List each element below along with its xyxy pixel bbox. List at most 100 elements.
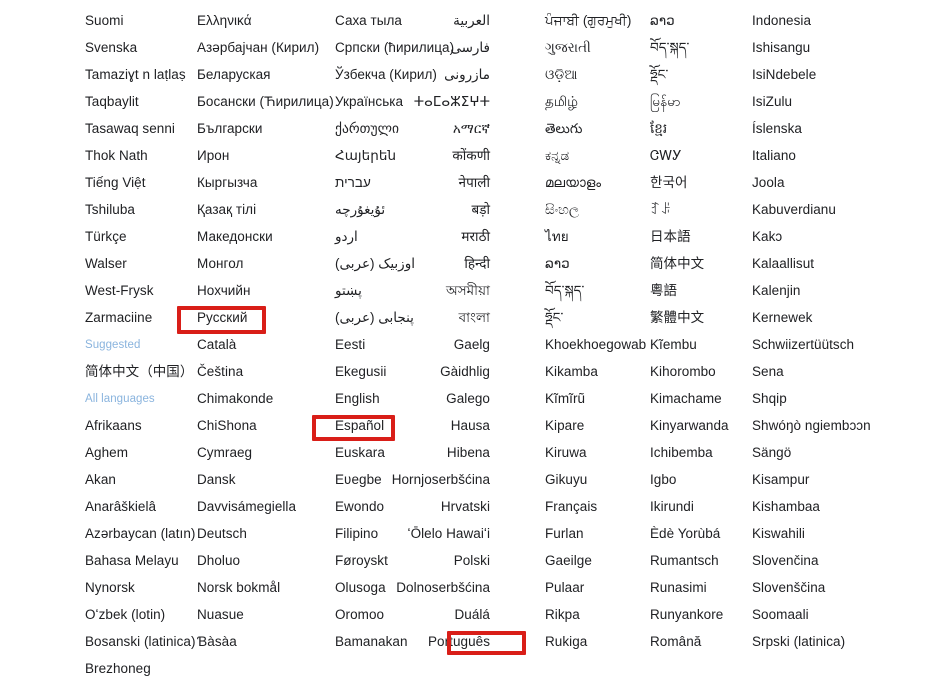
language-option[interactable]: Schwiizertüütsch: [752, 337, 854, 353]
language-option[interactable]: Русский: [197, 310, 247, 326]
language-option[interactable]: Zarmaciine: [85, 310, 152, 326]
language-option[interactable]: Kakɔ: [752, 229, 782, 245]
language-option[interactable]: बड़ो: [471, 202, 490, 218]
language-option[interactable]: Oromoo: [335, 607, 384, 623]
language-option[interactable]: Kabuverdianu: [752, 202, 836, 218]
language-option[interactable]: Anarâškielâ: [85, 499, 156, 515]
language-option[interactable]: IsiZulu: [752, 94, 792, 110]
language-option[interactable]: Akan: [85, 472, 116, 488]
language-option[interactable]: English: [335, 391, 380, 407]
language-option[interactable]: Filipino: [335, 526, 378, 542]
language-option[interactable]: Български: [197, 121, 262, 137]
language-option[interactable]: Cymraeg: [197, 445, 252, 461]
language-option[interactable]: 简体中文（中国）: [85, 364, 193, 380]
language-option[interactable]: 粵語: [650, 283, 677, 299]
language-option[interactable]: ລາວ: [545, 256, 570, 272]
language-option[interactable]: Ўзбекча (Кирил): [335, 67, 437, 83]
language-option[interactable]: Walser: [85, 256, 127, 272]
language-option[interactable]: Pulaar: [545, 580, 584, 596]
language-option[interactable]: 繁體中文: [650, 310, 704, 326]
language-option[interactable]: Azərbaycan (latın): [85, 526, 195, 542]
language-option[interactable]: Bahasa Melayu: [85, 553, 179, 569]
language-option[interactable]: සිංහල: [545, 202, 579, 218]
language-option[interactable]: मराठी: [461, 229, 490, 245]
language-option[interactable]: ᏣᎳᎩ: [650, 148, 682, 164]
language-option[interactable]: Gàidhlig: [440, 364, 490, 380]
language-option[interactable]: Khoekhoegowab: [545, 337, 646, 353]
language-option[interactable]: ไทย: [545, 229, 569, 245]
language-option[interactable]: ଓଡ଼ିଆ: [545, 67, 578, 83]
language-option[interactable]: Kimachame: [650, 391, 722, 407]
language-option[interactable]: Português: [428, 634, 490, 650]
language-option[interactable]: Нохчийн: [197, 283, 250, 299]
language-option[interactable]: Dholuo: [197, 553, 240, 569]
language-option[interactable]: Polski: [454, 553, 490, 569]
language-option[interactable]: Kiruwa: [545, 445, 587, 461]
language-option[interactable]: မြန်မာ: [650, 94, 680, 110]
language-option[interactable]: ⵜⴰⵎⴰⵣⵉⵖⵜ: [414, 94, 490, 110]
language-option[interactable]: עברית: [335, 175, 371, 191]
language-option[interactable]: Norsk bokmål: [197, 580, 280, 596]
language-option[interactable]: ગુજરાતી: [545, 40, 591, 56]
language-option[interactable]: Gikuyu: [545, 472, 587, 488]
language-option[interactable]: Deutsch: [197, 526, 247, 542]
language-option[interactable]: Kisampur: [752, 472, 809, 488]
language-option[interactable]: Español: [335, 418, 384, 434]
language-option[interactable]: Français: [545, 499, 597, 515]
language-option[interactable]: Davvisámegiella: [197, 499, 296, 515]
language-option[interactable]: Taqbaylit: [85, 94, 139, 110]
language-option[interactable]: Kernewek: [752, 310, 812, 326]
language-option[interactable]: Oʻzbek (lotin): [85, 607, 165, 623]
language-option[interactable]: Ελληνικά: [197, 13, 252, 29]
language-option[interactable]: कोंकणी: [452, 148, 490, 164]
language-option[interactable]: Dolnoserbšćina: [396, 580, 490, 596]
language-option[interactable]: Српски (ћирилица): [335, 40, 454, 56]
language-option[interactable]: Монгол: [197, 256, 243, 272]
language-option[interactable]: བོད་སྐད་: [545, 283, 584, 299]
language-option[interactable]: Қазақ тілі: [197, 202, 256, 218]
language-option[interactable]: Ekegusii: [335, 364, 386, 380]
language-option[interactable]: Thok Nath: [85, 148, 148, 164]
language-option[interactable]: Kipare: [545, 418, 584, 434]
language-option[interactable]: ཧྡོང་: [650, 67, 668, 83]
language-option[interactable]: አማርኛ: [453, 121, 490, 137]
language-option[interactable]: پنجابی (عربی): [335, 310, 414, 326]
language-option[interactable]: ქართული: [335, 121, 399, 137]
language-option[interactable]: Hibena: [447, 445, 490, 461]
language-option[interactable]: Sängö: [752, 445, 791, 461]
language-option[interactable]: অসমীয়া: [446, 283, 490, 299]
language-option[interactable]: Hrvatski: [441, 499, 490, 515]
language-option[interactable]: Aghem: [85, 445, 128, 461]
language-option[interactable]: Italiano: [752, 148, 796, 164]
language-option[interactable]: Soomaali: [752, 607, 809, 623]
language-option[interactable]: Sena: [752, 364, 784, 380]
language-option[interactable]: Svenska: [85, 40, 137, 56]
language-option[interactable]: Eʋegbe: [335, 472, 382, 488]
language-option[interactable]: ཧྡོང་: [545, 310, 563, 326]
language-option[interactable]: Македонски: [197, 229, 273, 245]
language-option[interactable]: Indonesia: [752, 13, 811, 29]
language-option[interactable]: తెలుగు: [545, 121, 582, 137]
language-option[interactable]: Tiếng Việt: [85, 175, 146, 191]
language-option[interactable]: 한국어: [650, 175, 687, 191]
language-option[interactable]: Slovenščina: [752, 580, 825, 596]
language-option[interactable]: مازرونی: [444, 67, 490, 83]
language-option[interactable]: فارسی: [450, 40, 490, 56]
language-option[interactable]: Shwóŋò ngiembɔɔn: [752, 418, 871, 434]
language-option[interactable]: Tasawaq senni: [85, 121, 175, 137]
language-option[interactable]: Èdè Yorùbá: [650, 526, 720, 542]
language-option[interactable]: Føroyskt: [335, 553, 388, 569]
language-option[interactable]: Беларуская: [197, 67, 271, 83]
language-option[interactable]: Tshiluba: [85, 202, 135, 218]
language-option[interactable]: Chimakonde: [197, 391, 273, 407]
language-option[interactable]: Босански (Ћирилица): [197, 94, 334, 110]
language-option[interactable]: ʻŌlelo Hawaiʻi: [408, 526, 490, 542]
language-option[interactable]: Kikamba: [545, 364, 598, 380]
language-option[interactable]: ລາວ: [650, 13, 675, 29]
language-option[interactable]: Igbo: [650, 472, 676, 488]
language-option[interactable]: 日本語: [650, 229, 691, 245]
language-option[interactable]: Ichibemba: [650, 445, 713, 461]
language-option[interactable]: Nuasue: [197, 607, 244, 623]
language-option[interactable]: IsiNdebele: [752, 67, 816, 83]
language-option[interactable]: پښتو: [335, 283, 362, 299]
